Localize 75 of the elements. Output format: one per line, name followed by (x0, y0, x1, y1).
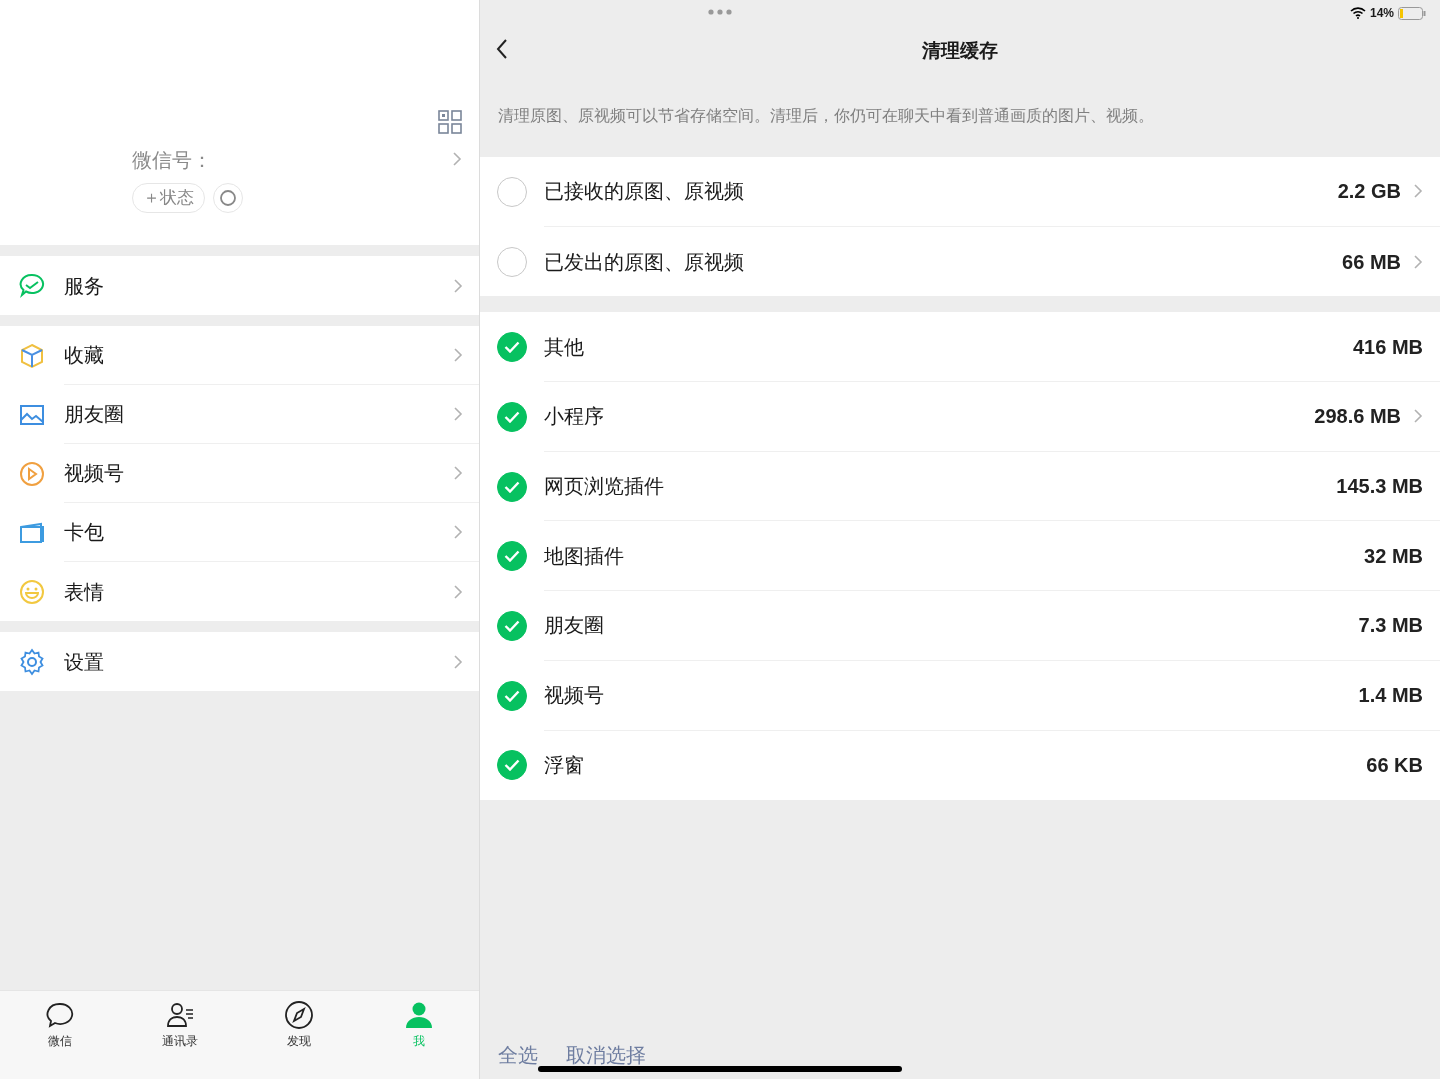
check-icon (504, 759, 520, 772)
settings-icon (18, 647, 46, 676)
play-circle-icon (18, 459, 46, 488)
person-icon (404, 1000, 435, 1030)
menu-item-label[interactable]: 卡包 (64, 517, 453, 547)
cache-item-label: 地图插件 (544, 543, 625, 569)
chat-check-icon (18, 271, 46, 300)
check-icon (504, 341, 520, 354)
cache-item-label: 朋友圈 (544, 613, 605, 639)
cache-size: 416 MB (1352, 334, 1423, 360)
cache-size: 1.4 MB (1358, 683, 1423, 709)
battery-icon (1398, 6, 1426, 20)
chevron-icon (453, 277, 463, 294)
check-icon (504, 550, 520, 563)
cache-item-label: 视频号 (544, 683, 605, 709)
footer-action-button[interactable]: 全选 (498, 1041, 538, 1069)
cache-size: 66 MB (1342, 249, 1401, 275)
description-text: 清理原图、原视频可以节省存储空间。清理后，你仍可在聊天中看到普通画质的图片、视频。 (497, 106, 1155, 126)
tab-bar-item[interactable]: 发现 (239, 991, 360, 1079)
battery-percent: 14% (1369, 5, 1394, 22)
compass-icon (284, 1000, 315, 1030)
tab-bar-item[interactable]: 通讯录 (119, 991, 240, 1079)
cube-icon (18, 341, 46, 370)
check-icon (504, 619, 520, 632)
chevron-icon (453, 653, 463, 670)
checkbox[interactable] (497, 541, 527, 572)
checkbox[interactable] (497, 610, 527, 641)
checkbox[interactable] (497, 471, 527, 502)
wechat-id-label: 微信号： (132, 148, 212, 173)
cache-size: 298.6 MB (1314, 404, 1401, 430)
back-icon (496, 38, 508, 60)
more-dots-icon (708, 9, 732, 15)
wifi-icon (1349, 7, 1366, 19)
checkbox[interactable] (497, 401, 527, 432)
smiley-icon (18, 577, 46, 606)
chevron-icon (453, 347, 463, 363)
qr-code-icon[interactable] (438, 110, 462, 134)
cache-item-label: 网页浏览插件 (544, 474, 665, 500)
menu-item-label[interactable]: 收藏 (64, 340, 453, 370)
cache-size: 2.2 GB (1337, 179, 1401, 205)
menu-item-label[interactable]: 表情 (64, 576, 453, 607)
checkbox[interactable] (497, 750, 527, 781)
add-status-button[interactable]: ＋状态 (132, 183, 205, 213)
tab-bar-item[interactable]: 微信 (0, 991, 120, 1079)
check-icon (504, 480, 520, 493)
back-button[interactable] (496, 38, 508, 60)
speech-bubble-icon (44, 1000, 75, 1030)
chevron-icon (1413, 408, 1423, 425)
checkbox[interactable] (497, 332, 527, 363)
cache-size: 7.3 MB (1358, 613, 1423, 639)
cache-size: 32 MB (1364, 543, 1423, 569)
chevron-icon (453, 524, 463, 540)
footer-action-button[interactable]: 取消选择 (566, 1041, 646, 1069)
chevron-icon (453, 583, 463, 600)
cache-item-label: 其他 (544, 334, 585, 360)
page-title: 清理缓存 (922, 38, 998, 63)
chevron-icon (1413, 183, 1423, 200)
menu-item-label[interactable]: 视频号 (64, 458, 453, 488)
ring-icon (219, 189, 237, 207)
cache-size: 145.3 MB (1336, 474, 1423, 500)
chevron-icon (453, 406, 463, 422)
cache-size: 66 KB (1366, 753, 1423, 779)
chevron-icon (452, 151, 462, 167)
check-icon (504, 410, 520, 423)
checkbox[interactable] (497, 680, 527, 711)
person-list-icon (164, 1000, 195, 1030)
check-icon (504, 689, 520, 702)
menu-item-label[interactable]: 朋友圈 (64, 399, 453, 429)
cache-item-label: 小程序 (544, 404, 605, 430)
cache-item-label: 已发出的原图、原视频 (544, 249, 745, 275)
chevron-icon (453, 465, 463, 481)
cache-item-label: 已接收的原图、原视频 (544, 179, 745, 205)
status-ring-button[interactable] (213, 183, 243, 213)
cache-item-label: 浮窗 (544, 753, 585, 779)
chevron-icon (1413, 253, 1423, 270)
